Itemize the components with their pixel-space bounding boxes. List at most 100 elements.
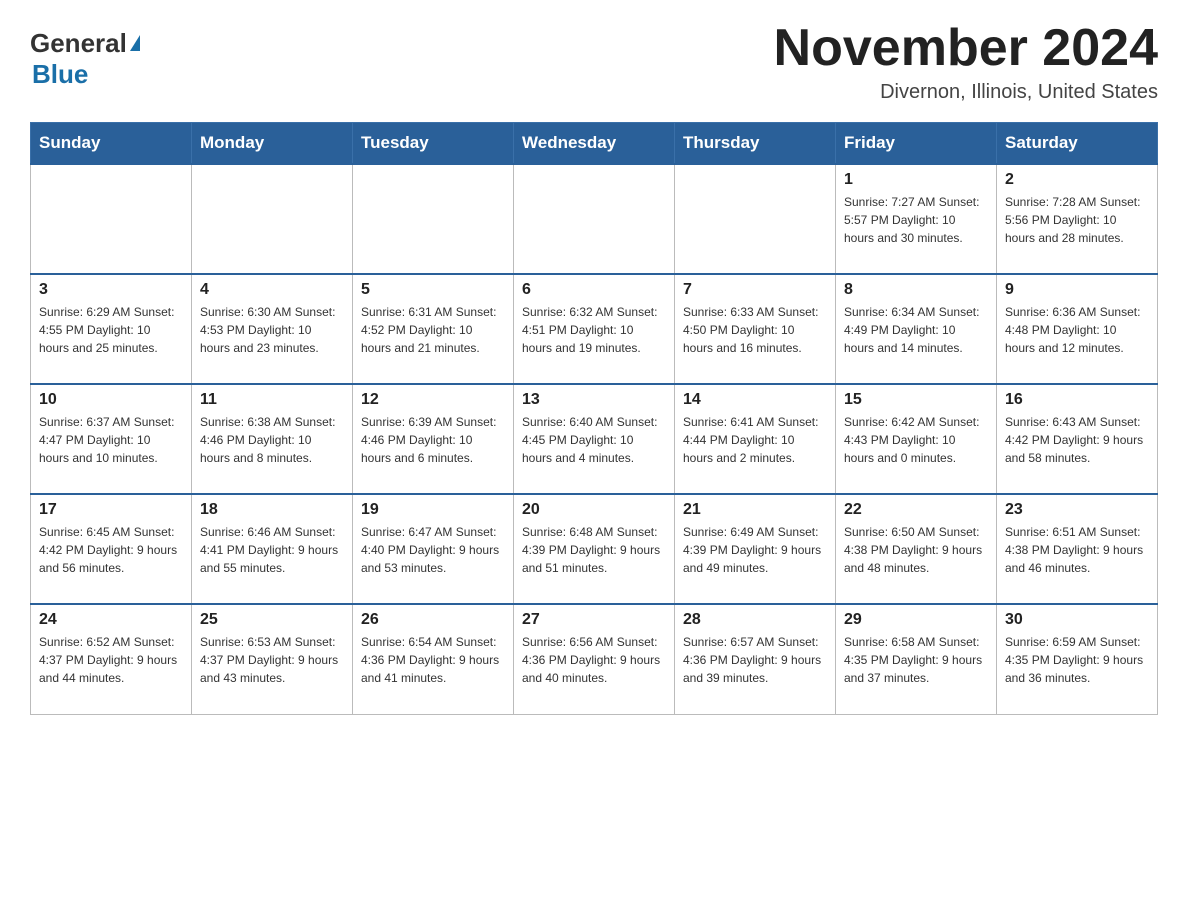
column-header-sunday: Sunday xyxy=(31,123,192,165)
week-row-3: 10 Sunrise: 6:37 AM Sunset: 4:47 PM Dayli… xyxy=(31,384,1158,494)
day-info: Sunrise: 6:57 AM Sunset: 4:36 PM Dayligh… xyxy=(683,633,827,687)
day-cell xyxy=(675,164,836,274)
day-number: 21 xyxy=(683,501,827,519)
day-info: Sunrise: 6:56 AM Sunset: 4:36 PM Dayligh… xyxy=(522,633,666,687)
day-number: 6 xyxy=(522,281,666,299)
page-subtitle: Divernon, Illinois, United States xyxy=(774,81,1158,104)
week-row-2: 3Sunrise: 6:29 AM Sunset: 4:55 PM Daylig… xyxy=(31,274,1158,384)
calendar-header-row: SundayMondayTuesdayWednesdayThursdayFrid… xyxy=(31,123,1158,165)
day-info: Sunrise: 6:37 AM Sunset: 4:47 PM Dayligh… xyxy=(39,413,183,467)
day-cell: 30Sunrise: 6:59 AM Sunset: 4:35 PM Dayli… xyxy=(997,604,1158,714)
day-info: Sunrise: 6:46 AM Sunset: 4:41 PM Dayligh… xyxy=(200,523,344,577)
day-cell: 29 Sunrise: 6:58 AM Sunset: 4:35 PM Dayli… xyxy=(836,604,997,714)
day-cell: 23 Sunrise: 6:51 AM Sunset: 4:38 PM Dayli… xyxy=(997,494,1158,604)
day-cell: 8Sunrise: 6:34 AM Sunset: 4:49 PM Daylig… xyxy=(836,274,997,384)
week-row-1: 1 Sunrise: 7:27 AM Sunset: 5:57 PM Daylig… xyxy=(31,164,1158,274)
day-info: Sunrise: 7:27 AM Sunset: 5:57 PM Dayligh… xyxy=(844,193,988,247)
day-number: 9 xyxy=(1005,281,1149,299)
week-row-5: 24 Sunrise: 6:52 AM Sunset: 4:37 PM Dayli… xyxy=(31,604,1158,714)
day-cell xyxy=(514,164,675,274)
column-header-monday: Monday xyxy=(192,123,353,165)
day-info: Sunrise: 6:41 AM Sunset: 4:44 PM Dayligh… xyxy=(683,413,827,467)
day-info: Sunrise: 6:38 AM Sunset: 4:46 PM Dayligh… xyxy=(200,413,344,467)
day-cell: 19 Sunrise: 6:47 AM Sunset: 4:40 PM Dayli… xyxy=(353,494,514,604)
day-info: Sunrise: 6:33 AM Sunset: 4:50 PM Dayligh… xyxy=(683,303,827,357)
day-info: Sunrise: 6:47 AM Sunset: 4:40 PM Dayligh… xyxy=(361,523,505,577)
day-cell: 18Sunrise: 6:46 AM Sunset: 4:41 PM Dayli… xyxy=(192,494,353,604)
day-cell: 1 Sunrise: 7:27 AM Sunset: 5:57 PM Daylig… xyxy=(836,164,997,274)
day-cell: 13 Sunrise: 6:40 AM Sunset: 4:45 PM Dayli… xyxy=(514,384,675,494)
day-number: 15 xyxy=(844,391,988,409)
day-cell: 4Sunrise: 6:30 AM Sunset: 4:53 PM Daylig… xyxy=(192,274,353,384)
day-cell xyxy=(353,164,514,274)
day-number: 10 xyxy=(39,391,183,409)
day-cell: 26Sunrise: 6:54 AM Sunset: 4:36 PM Dayli… xyxy=(353,604,514,714)
day-cell: 12 Sunrise: 6:39 AM Sunset: 4:46 PM Dayli… xyxy=(353,384,514,494)
day-cell: 27Sunrise: 6:56 AM Sunset: 4:36 PM Dayli… xyxy=(514,604,675,714)
day-info: Sunrise: 6:51 AM Sunset: 4:38 PM Dayligh… xyxy=(1005,523,1149,577)
logo-blue-text: Blue xyxy=(32,59,88,90)
column-header-friday: Friday xyxy=(836,123,997,165)
day-number: 1 xyxy=(844,171,988,189)
day-number: 4 xyxy=(200,281,344,299)
day-info: Sunrise: 6:45 AM Sunset: 4:42 PM Dayligh… xyxy=(39,523,183,577)
day-info: Sunrise: 6:53 AM Sunset: 4:37 PM Dayligh… xyxy=(200,633,344,687)
day-number: 24 xyxy=(39,611,183,629)
day-cell: 5 Sunrise: 6:31 AM Sunset: 4:52 PM Daylig… xyxy=(353,274,514,384)
day-info: Sunrise: 6:31 AM Sunset: 4:52 PM Dayligh… xyxy=(361,303,505,357)
logo-triangle-icon xyxy=(130,35,140,51)
logo-general-text: General xyxy=(30,28,127,59)
day-number: 7 xyxy=(683,281,827,299)
column-header-tuesday: Tuesday xyxy=(353,123,514,165)
column-header-thursday: Thursday xyxy=(675,123,836,165)
day-cell xyxy=(31,164,192,274)
day-number: 28 xyxy=(683,611,827,629)
day-cell: 28 Sunrise: 6:57 AM Sunset: 4:36 PM Dayli… xyxy=(675,604,836,714)
day-cell: 11 Sunrise: 6:38 AM Sunset: 4:46 PM Dayli… xyxy=(192,384,353,494)
day-number: 30 xyxy=(1005,611,1149,629)
day-info: Sunrise: 6:34 AM Sunset: 4:49 PM Dayligh… xyxy=(844,303,988,357)
column-header-saturday: Saturday xyxy=(997,123,1158,165)
day-number: 19 xyxy=(361,501,505,519)
day-info: Sunrise: 6:42 AM Sunset: 4:43 PM Dayligh… xyxy=(844,413,988,467)
day-info: Sunrise: 6:50 AM Sunset: 4:38 PM Dayligh… xyxy=(844,523,988,577)
day-number: 12 xyxy=(361,391,505,409)
day-number: 5 xyxy=(361,281,505,299)
week-row-4: 17 Sunrise: 6:45 AM Sunset: 4:42 PM Dayli… xyxy=(31,494,1158,604)
day-cell: 25 Sunrise: 6:53 AM Sunset: 4:37 PM Dayli… xyxy=(192,604,353,714)
day-number: 13 xyxy=(522,391,666,409)
day-info: Sunrise: 6:49 AM Sunset: 4:39 PM Dayligh… xyxy=(683,523,827,577)
day-cell: 7 Sunrise: 6:33 AM Sunset: 4:50 PM Daylig… xyxy=(675,274,836,384)
day-info: Sunrise: 6:48 AM Sunset: 4:39 PM Dayligh… xyxy=(522,523,666,577)
day-info: Sunrise: 6:39 AM Sunset: 4:46 PM Dayligh… xyxy=(361,413,505,467)
day-cell: 2 Sunrise: 7:28 AM Sunset: 5:56 PM Daylig… xyxy=(997,164,1158,274)
day-number: 14 xyxy=(683,391,827,409)
day-number: 20 xyxy=(522,501,666,519)
calendar-table: SundayMondayTuesdayWednesdayThursdayFrid… xyxy=(30,122,1158,715)
logo: General Blue xyxy=(30,20,140,90)
day-cell: 10 Sunrise: 6:37 AM Sunset: 4:47 PM Dayli… xyxy=(31,384,192,494)
day-number: 17 xyxy=(39,501,183,519)
day-info: Sunrise: 6:58 AM Sunset: 4:35 PM Dayligh… xyxy=(844,633,988,687)
day-number: 2 xyxy=(1005,171,1149,189)
day-info: Sunrise: 6:32 AM Sunset: 4:51 PM Dayligh… xyxy=(522,303,666,357)
day-number: 11 xyxy=(200,391,344,409)
day-info: Sunrise: 6:43 AM Sunset: 4:42 PM Dayligh… xyxy=(1005,413,1149,467)
day-number: 23 xyxy=(1005,501,1149,519)
day-info: Sunrise: 6:36 AM Sunset: 4:48 PM Dayligh… xyxy=(1005,303,1149,357)
day-number: 16 xyxy=(1005,391,1149,409)
day-cell: 21 Sunrise: 6:49 AM Sunset: 4:39 PM Dayli… xyxy=(675,494,836,604)
day-cell: 24 Sunrise: 6:52 AM Sunset: 4:37 PM Dayli… xyxy=(31,604,192,714)
day-number: 25 xyxy=(200,611,344,629)
day-cell: 22 Sunrise: 6:50 AM Sunset: 4:38 PM Dayli… xyxy=(836,494,997,604)
column-header-wednesday: Wednesday xyxy=(514,123,675,165)
day-number: 22 xyxy=(844,501,988,519)
day-info: Sunrise: 6:52 AM Sunset: 4:37 PM Dayligh… xyxy=(39,633,183,687)
day-info: Sunrise: 6:40 AM Sunset: 4:45 PM Dayligh… xyxy=(522,413,666,467)
day-cell: 17 Sunrise: 6:45 AM Sunset: 4:42 PM Dayli… xyxy=(31,494,192,604)
day-cell: 6 Sunrise: 6:32 AM Sunset: 4:51 PM Daylig… xyxy=(514,274,675,384)
day-cell: 15 Sunrise: 6:42 AM Sunset: 4:43 PM Dayli… xyxy=(836,384,997,494)
day-number: 29 xyxy=(844,611,988,629)
day-info: Sunrise: 7:28 AM Sunset: 5:56 PM Dayligh… xyxy=(1005,193,1149,247)
day-info: Sunrise: 6:54 AM Sunset: 4:36 PM Dayligh… xyxy=(361,633,505,687)
